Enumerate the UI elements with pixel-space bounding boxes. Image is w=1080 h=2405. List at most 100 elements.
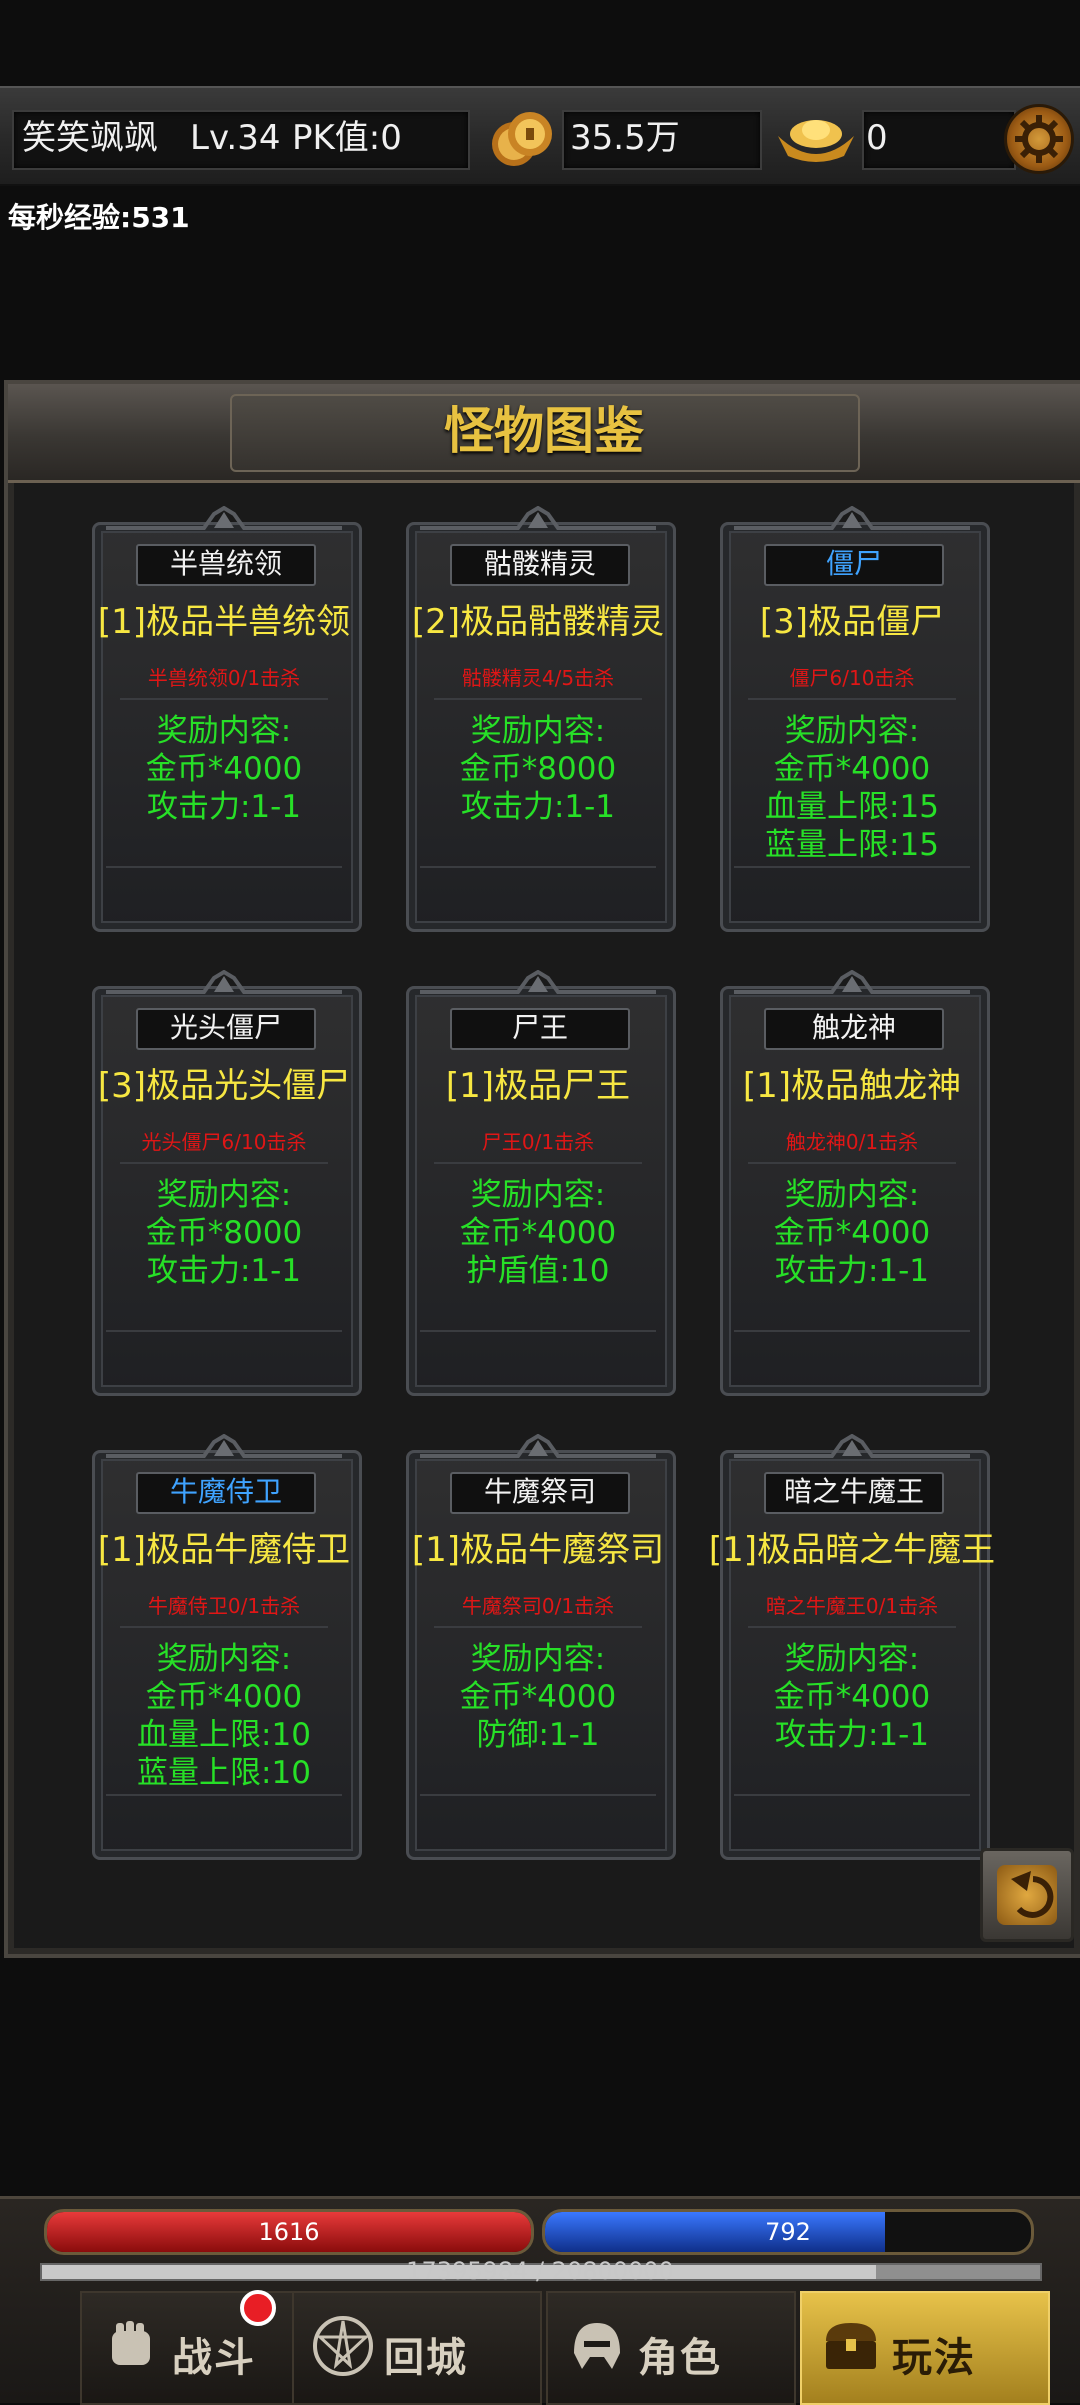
tab-return-city[interactable]: 回城 — [292, 2291, 542, 2405]
settings-gear-icon[interactable] — [1004, 104, 1074, 174]
kill-progress: 半兽统领0/1击杀 — [147, 666, 301, 690]
monster-title: [1]极品牛魔祭司 — [411, 1530, 665, 1570]
reward-line: 奖励内容: — [156, 1177, 292, 1213]
reward-line: 奖励内容: — [470, 713, 606, 749]
reward-line: 金币*4000 — [145, 1679, 303, 1715]
monster-title: [1]极品牛魔侍卫 — [97, 1530, 351, 1570]
monster-card[interactable]: 牛魔祭司 [1]极品牛魔祭司 牛魔祭司0/1击杀 奖励内容: 金币*4000 防御:… — [400, 1430, 676, 1860]
panel-title: 怪物图鉴 — [444, 402, 644, 460]
reward-line: 奖励内容: — [156, 713, 292, 749]
monster-name: 暗之牛魔王 — [783, 1475, 924, 1508]
kill-progress: 骷髅精灵4/5击杀 — [461, 666, 615, 690]
hp-value: 1616 — [258, 2218, 320, 2246]
reward-line: 攻击力:1-1 — [146, 1253, 302, 1289]
tab-character[interactable]: 角色 — [546, 2291, 796, 2405]
card-divider — [106, 866, 342, 868]
monster-name: 牛魔侍卫 — [169, 1475, 282, 1508]
back-arrow-icon — [997, 1865, 1057, 1925]
card-divider — [434, 1626, 642, 1628]
reward-line: 血量上限:15 — [765, 789, 939, 825]
card-divider — [420, 1794, 656, 1796]
top-status-bar: 笑笑飒飒 Lv.34 PK值:0 35.5万 0 — [0, 86, 1080, 186]
pk-value: PK值:0 — [292, 118, 402, 158]
monster-card[interactable]: 牛魔侍卫 [1]极品牛魔侍卫 牛魔侍卫0/1击杀 奖励内容: 金币*4000 血量上… — [86, 1430, 362, 1860]
reward-list: 奖励内容: 金币*4000 护盾值:10 — [400, 1176, 676, 1290]
hp-bar: 1616 — [44, 2209, 534, 2255]
monster-title: [1]极品暗之牛魔王 — [708, 1530, 996, 1570]
pentagram-icon — [313, 2316, 373, 2376]
reward-list: 奖励内容: 金币*4000 血量上限:15 蓝量上限:15 — [714, 712, 990, 864]
reward-line: 防御:1-1 — [476, 1717, 600, 1753]
reward-line: 奖励内容: — [470, 1177, 606, 1213]
reward-line: 攻击力:1-1 — [460, 789, 616, 825]
reward-list: 奖励内容: 金币*4000 血量上限:10 蓝量上限:10 — [86, 1640, 362, 1792]
reward-line: 奖励内容: — [784, 1641, 920, 1677]
card-ornament-icon — [420, 506, 656, 530]
monster-name: 光头僵尸 — [169, 1011, 282, 1044]
kill-progress: 僵尸6/10击杀 — [789, 666, 915, 690]
monster-name: 牛魔祭司 — [483, 1475, 596, 1508]
kill-progress: 触龙神0/1击杀 — [785, 1130, 919, 1154]
bottom-hud: 1616 792 17395984 / 20800000 战斗 回城 角色 玩法 — [0, 2196, 1080, 2405]
card-divider — [120, 1162, 328, 1164]
kill-progress: 光头僵尸6/10击杀 — [141, 1130, 307, 1154]
reward-list: 奖励内容: 金币*4000 攻击力:1-1 — [714, 1176, 990, 1290]
reward-line: 血量上限:10 — [137, 1717, 311, 1753]
back-button[interactable] — [980, 1848, 1074, 1942]
reward-line: 攻击力:1-1 — [774, 1253, 930, 1289]
monster-title: [3]极品光头僵尸 — [97, 1066, 351, 1106]
card-divider — [120, 1626, 328, 1628]
helmet-icon — [574, 2323, 620, 2369]
card-ornament-icon — [106, 506, 342, 530]
mp-value: 792 — [765, 2218, 811, 2246]
monster-title: [1]极品尸王 — [445, 1066, 631, 1106]
reward-line: 奖励内容: — [784, 713, 920, 749]
card-ornament-icon — [106, 970, 342, 994]
card-divider — [734, 1330, 970, 1332]
monster-title: [3]极品僵尸 — [759, 602, 945, 642]
exp-value: 17395984 / 20800000 — [406, 2257, 674, 2285]
reward-line: 蓝量上限:15 — [765, 827, 939, 863]
card-divider — [434, 1162, 642, 1164]
monster-card[interactable]: 尸王 [1]极品尸王 尸王0/1击杀 奖励内容: 金币*4000 护盾值:10 — [400, 966, 676, 1396]
tab-gameplay-label: 玩法 — [892, 2334, 976, 2381]
card-divider — [420, 866, 656, 868]
mp-bar: 792 — [542, 2209, 1034, 2255]
card-divider — [748, 698, 956, 700]
reward-list: 奖励内容: 金币*4000 攻击力:1-1 — [86, 712, 362, 826]
card-ornament-icon — [734, 1434, 970, 1458]
exp-per-second: 每秒经验:531 — [8, 201, 190, 234]
treasure-chest-icon — [826, 2323, 876, 2369]
tab-gameplay[interactable]: 玩法 — [800, 2291, 1050, 2405]
card-divider — [420, 1330, 656, 1332]
card-ornament-icon — [106, 1434, 342, 1458]
monster-card[interactable]: 光头僵尸 [3]极品光头僵尸 光头僵尸6/10击杀 奖励内容: 金币*8000 攻击… — [86, 966, 362, 1396]
monster-title: [2]极品骷髅精灵 — [411, 602, 665, 642]
player-name: 笑笑飒飒 — [22, 118, 158, 158]
fist-icon — [112, 2321, 150, 2365]
monster-name: 尸王 — [511, 1011, 568, 1044]
monster-card[interactable]: 暗之牛魔王 [1]极品暗之牛魔王 暗之牛魔王0/1击杀 奖励内容: 金币*4000… — [709, 1430, 995, 1860]
card-divider — [734, 1794, 970, 1796]
reward-line: 护盾值:10 — [466, 1253, 610, 1289]
monster-card[interactable]: 骷髅精灵 [2]极品骷髅精灵 骷髅精灵4/5击杀 奖励内容: 金币*8000 攻击力… — [400, 502, 676, 932]
card-divider — [106, 1794, 342, 1796]
monster-name: 骷髅精灵 — [483, 547, 596, 580]
card-ornament-icon — [734, 970, 970, 994]
reward-list: 奖励内容: 金币*4000 攻击力:1-1 — [714, 1640, 990, 1754]
kill-progress: 牛魔侍卫0/1击杀 — [147, 1594, 301, 1618]
reward-line: 奖励内容: — [784, 1177, 920, 1213]
reward-list: 奖励内容: 金币*8000 攻击力:1-1 — [86, 1176, 362, 1290]
reward-line: 金币*4000 — [773, 1679, 931, 1715]
monster-card[interactable]: 半兽统领 [1]极品半兽统领 半兽统领0/1击杀 奖励内容: 金币*4000 攻击力… — [86, 502, 362, 932]
notification-badge — [240, 2290, 276, 2326]
reward-list: 奖励内容: 金币*8000 攻击力:1-1 — [400, 712, 676, 826]
card-divider — [120, 698, 328, 700]
monster-card[interactable]: 触龙神 [1]极品触龙神 触龙神0/1击杀 奖励内容: 金币*4000 攻击力:1-… — [714, 966, 990, 1396]
card-ornament-icon — [734, 506, 970, 530]
kill-progress: 尸王0/1击杀 — [481, 1130, 595, 1154]
kill-progress: 牛魔祭司0/1击杀 — [461, 1594, 615, 1618]
monster-card[interactable]: 僵尸 [3]极品僵尸 僵尸6/10击杀 奖励内容: 金币*4000 血量上限:15 蓝… — [714, 502, 990, 932]
reward-line: 金币*4000 — [459, 1215, 617, 1251]
monster-title: [1]极品触龙神 — [742, 1066, 962, 1106]
